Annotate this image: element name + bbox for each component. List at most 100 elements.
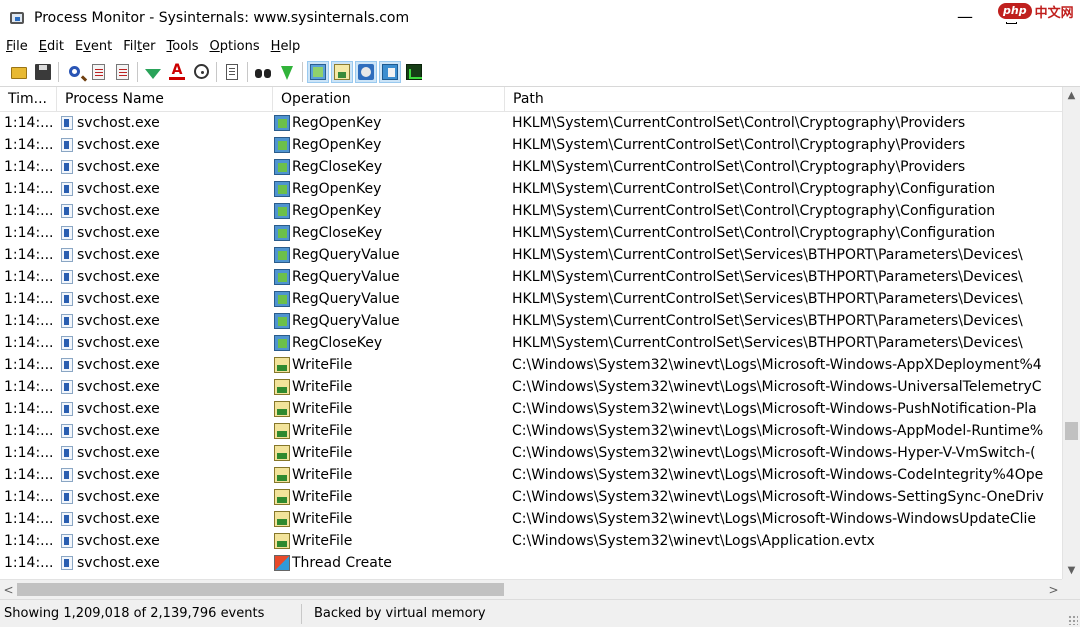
cell-time: 1:14:... [4, 357, 54, 373]
registry-activity-toggle[interactable] [307, 60, 329, 83]
table-row[interactable]: 1:14:... svchost.exe RegQueryValue HKLM\Sys… [0, 266, 1062, 288]
horizontal-scroll-thumb[interactable] [17, 583, 504, 596]
table-row[interactable]: 1:14:... svchost.exe WriteFile C:\Windows\S… [0, 442, 1062, 464]
table-row[interactable]: 1:14:... svchost.exe Thread Create [0, 552, 1062, 574]
find-button[interactable] [252, 61, 274, 83]
profiling-toggle[interactable] [403, 61, 425, 83]
table-row[interactable]: 1:14:... svchost.exe WriteFile C:\Windows\S… [0, 376, 1062, 398]
cell-operation: RegOpenKey [273, 134, 505, 156]
table-row[interactable]: 1:14:... svchost.exe RegOpenKey HKLM\System… [0, 200, 1062, 222]
process-name-text: svchost.exe [77, 181, 160, 197]
vertical-scroll-thumb[interactable] [1065, 422, 1078, 440]
table-row[interactable]: 1:14:... svchost.exe RegQueryValue HKLM\Sys… [0, 288, 1062, 310]
open-button[interactable] [8, 61, 30, 83]
file-operation-icon [274, 357, 290, 373]
table-body: 1:14:... svchost.exe RegOpenKey HKLM\System… [0, 112, 1062, 574]
table-row[interactable]: 1:14:... svchost.exe RegQueryValue HKLM\Sys… [0, 244, 1062, 266]
toolbar-separator [58, 61, 59, 82]
cell-time: 1:14:... [4, 159, 54, 175]
minimize-button[interactable]: — [942, 0, 988, 34]
file-activity-toggle[interactable] [331, 60, 353, 83]
process-activity-toggle[interactable] [379, 60, 401, 83]
process-icon [61, 314, 73, 328]
scrollbar-corner [1062, 579, 1080, 599]
cell-time: 1:14:... [4, 269, 54, 285]
menu-file[interactable]: File [3, 39, 32, 54]
menu-options[interactable]: Options [206, 39, 263, 54]
operation-text: WriteFile [292, 511, 353, 527]
column-header-process-name[interactable]: Process Name [57, 87, 273, 111]
cell-operation: RegQueryValue [273, 244, 505, 266]
process-icon [61, 556, 73, 570]
cell-process-name: svchost.exe [57, 244, 273, 266]
table-row[interactable]: 1:14:... svchost.exe RegOpenKey HKLM\System… [0, 134, 1062, 156]
process-name-text: svchost.exe [77, 401, 160, 417]
table-row[interactable]: 1:14:... svchost.exe WriteFile C:\Windows\S… [0, 420, 1062, 442]
menu-edit[interactable]: Edit [36, 39, 68, 54]
menu-filter[interactable]: Filter [120, 39, 159, 54]
cell-process-name: svchost.exe [57, 134, 273, 156]
cell-operation: WriteFile [273, 354, 505, 376]
clear-button[interactable] [111, 61, 133, 83]
table-row[interactable]: 1:14:... svchost.exe WriteFile C:\Windows\S… [0, 530, 1062, 552]
scroll-right-button[interactable]: > [1045, 580, 1062, 599]
jump-icon [281, 65, 293, 80]
cell-operation: RegOpenKey [273, 112, 505, 134]
jump-button[interactable] [276, 61, 298, 83]
menu-help[interactable]: Help [268, 39, 305, 54]
process-name-text: svchost.exe [77, 269, 160, 285]
cell-operation: WriteFile [273, 508, 505, 530]
cell-operation: WriteFile [273, 486, 505, 508]
column-header-path[interactable]: Path [505, 87, 1062, 111]
menu-tools[interactable]: Tools [163, 39, 202, 54]
registry-activity-icon [310, 63, 326, 80]
table-row[interactable]: 1:14:... svchost.exe RegCloseKey HKLM\Syste… [0, 222, 1062, 244]
autoscroll-button[interactable] [87, 61, 109, 83]
toolbar-separator [216, 61, 217, 82]
table-row[interactable]: 1:14:... svchost.exe WriteFile C:\Windows\S… [0, 398, 1062, 420]
cell-process-name: svchost.exe [57, 530, 273, 552]
scroll-down-button[interactable]: ▼ [1063, 562, 1080, 579]
resize-grip-icon[interactable] [1068, 615, 1078, 625]
cell-process-name: svchost.exe [57, 442, 273, 464]
process-icon [61, 270, 73, 284]
table-row[interactable]: 1:14:... svchost.exe RegOpenKey HKLM\System… [0, 112, 1062, 134]
table-row[interactable]: 1:14:... svchost.exe RegCloseKey HKLM\Syste… [0, 156, 1062, 178]
capture-button[interactable] [63, 61, 85, 83]
process-icon [61, 358, 73, 372]
process-name-text: svchost.exe [77, 137, 160, 153]
file-operation-icon [274, 533, 290, 549]
table-row[interactable]: 1:14:... svchost.exe RegOpenKey HKLM\System… [0, 178, 1062, 200]
process-icon [61, 534, 73, 548]
column-header-time[interactable]: Tim... [0, 87, 57, 111]
horizontal-scrollbar[interactable]: < > [0, 579, 1062, 599]
cell-time: 1:14:... [4, 401, 54, 417]
table-row[interactable]: 1:14:... svchost.exe WriteFile C:\Windows\S… [0, 464, 1062, 486]
cell-path: HKLM\System\CurrentControlSet\Control\Cr… [512, 159, 966, 175]
table-row[interactable]: 1:14:... svchost.exe WriteFile C:\Windows\S… [0, 486, 1062, 508]
table-row[interactable]: 1:14:... svchost.exe WriteFile C:\Windows\S… [0, 354, 1062, 376]
cell-operation: WriteFile [273, 420, 505, 442]
cell-path: C:\Windows\System32\winevt\Logs\Applicat… [512, 533, 875, 549]
table-row[interactable]: 1:14:... svchost.exe RegQueryValue HKLM\Sys… [0, 310, 1062, 332]
capture-icon [68, 66, 80, 77]
table-row[interactable]: 1:14:... svchost.exe RegCloseKey HKLM\Syste… [0, 332, 1062, 354]
scroll-left-button[interactable]: < [0, 580, 17, 599]
highlight-button[interactable]: A [166, 61, 188, 83]
status-bar: Showing 1,209,018 of 2,139,796 events (5… [0, 599, 1080, 627]
scroll-up-button[interactable]: ▲ [1063, 87, 1080, 104]
target-button[interactable] [190, 61, 212, 83]
cell-path: HKLM\System\CurrentControlSet\Control\Cr… [512, 225, 996, 241]
table-row[interactable]: 1:14:... svchost.exe WriteFile C:\Windows\S… [0, 508, 1062, 530]
vertical-scrollbar[interactable]: ▲ ▼ [1062, 87, 1080, 579]
network-activity-toggle[interactable] [355, 60, 377, 83]
profiling-icon [406, 63, 422, 80]
process-tree-button[interactable] [221, 61, 243, 83]
save-button[interactable] [32, 61, 54, 83]
cell-operation: Thread Create [273, 552, 505, 574]
menu-event[interactable]: Event [72, 39, 116, 54]
file-operation-icon [274, 401, 290, 417]
process-icon [61, 138, 73, 152]
filter-button[interactable] [142, 61, 164, 83]
column-header-operation[interactable]: Operation [273, 87, 505, 111]
